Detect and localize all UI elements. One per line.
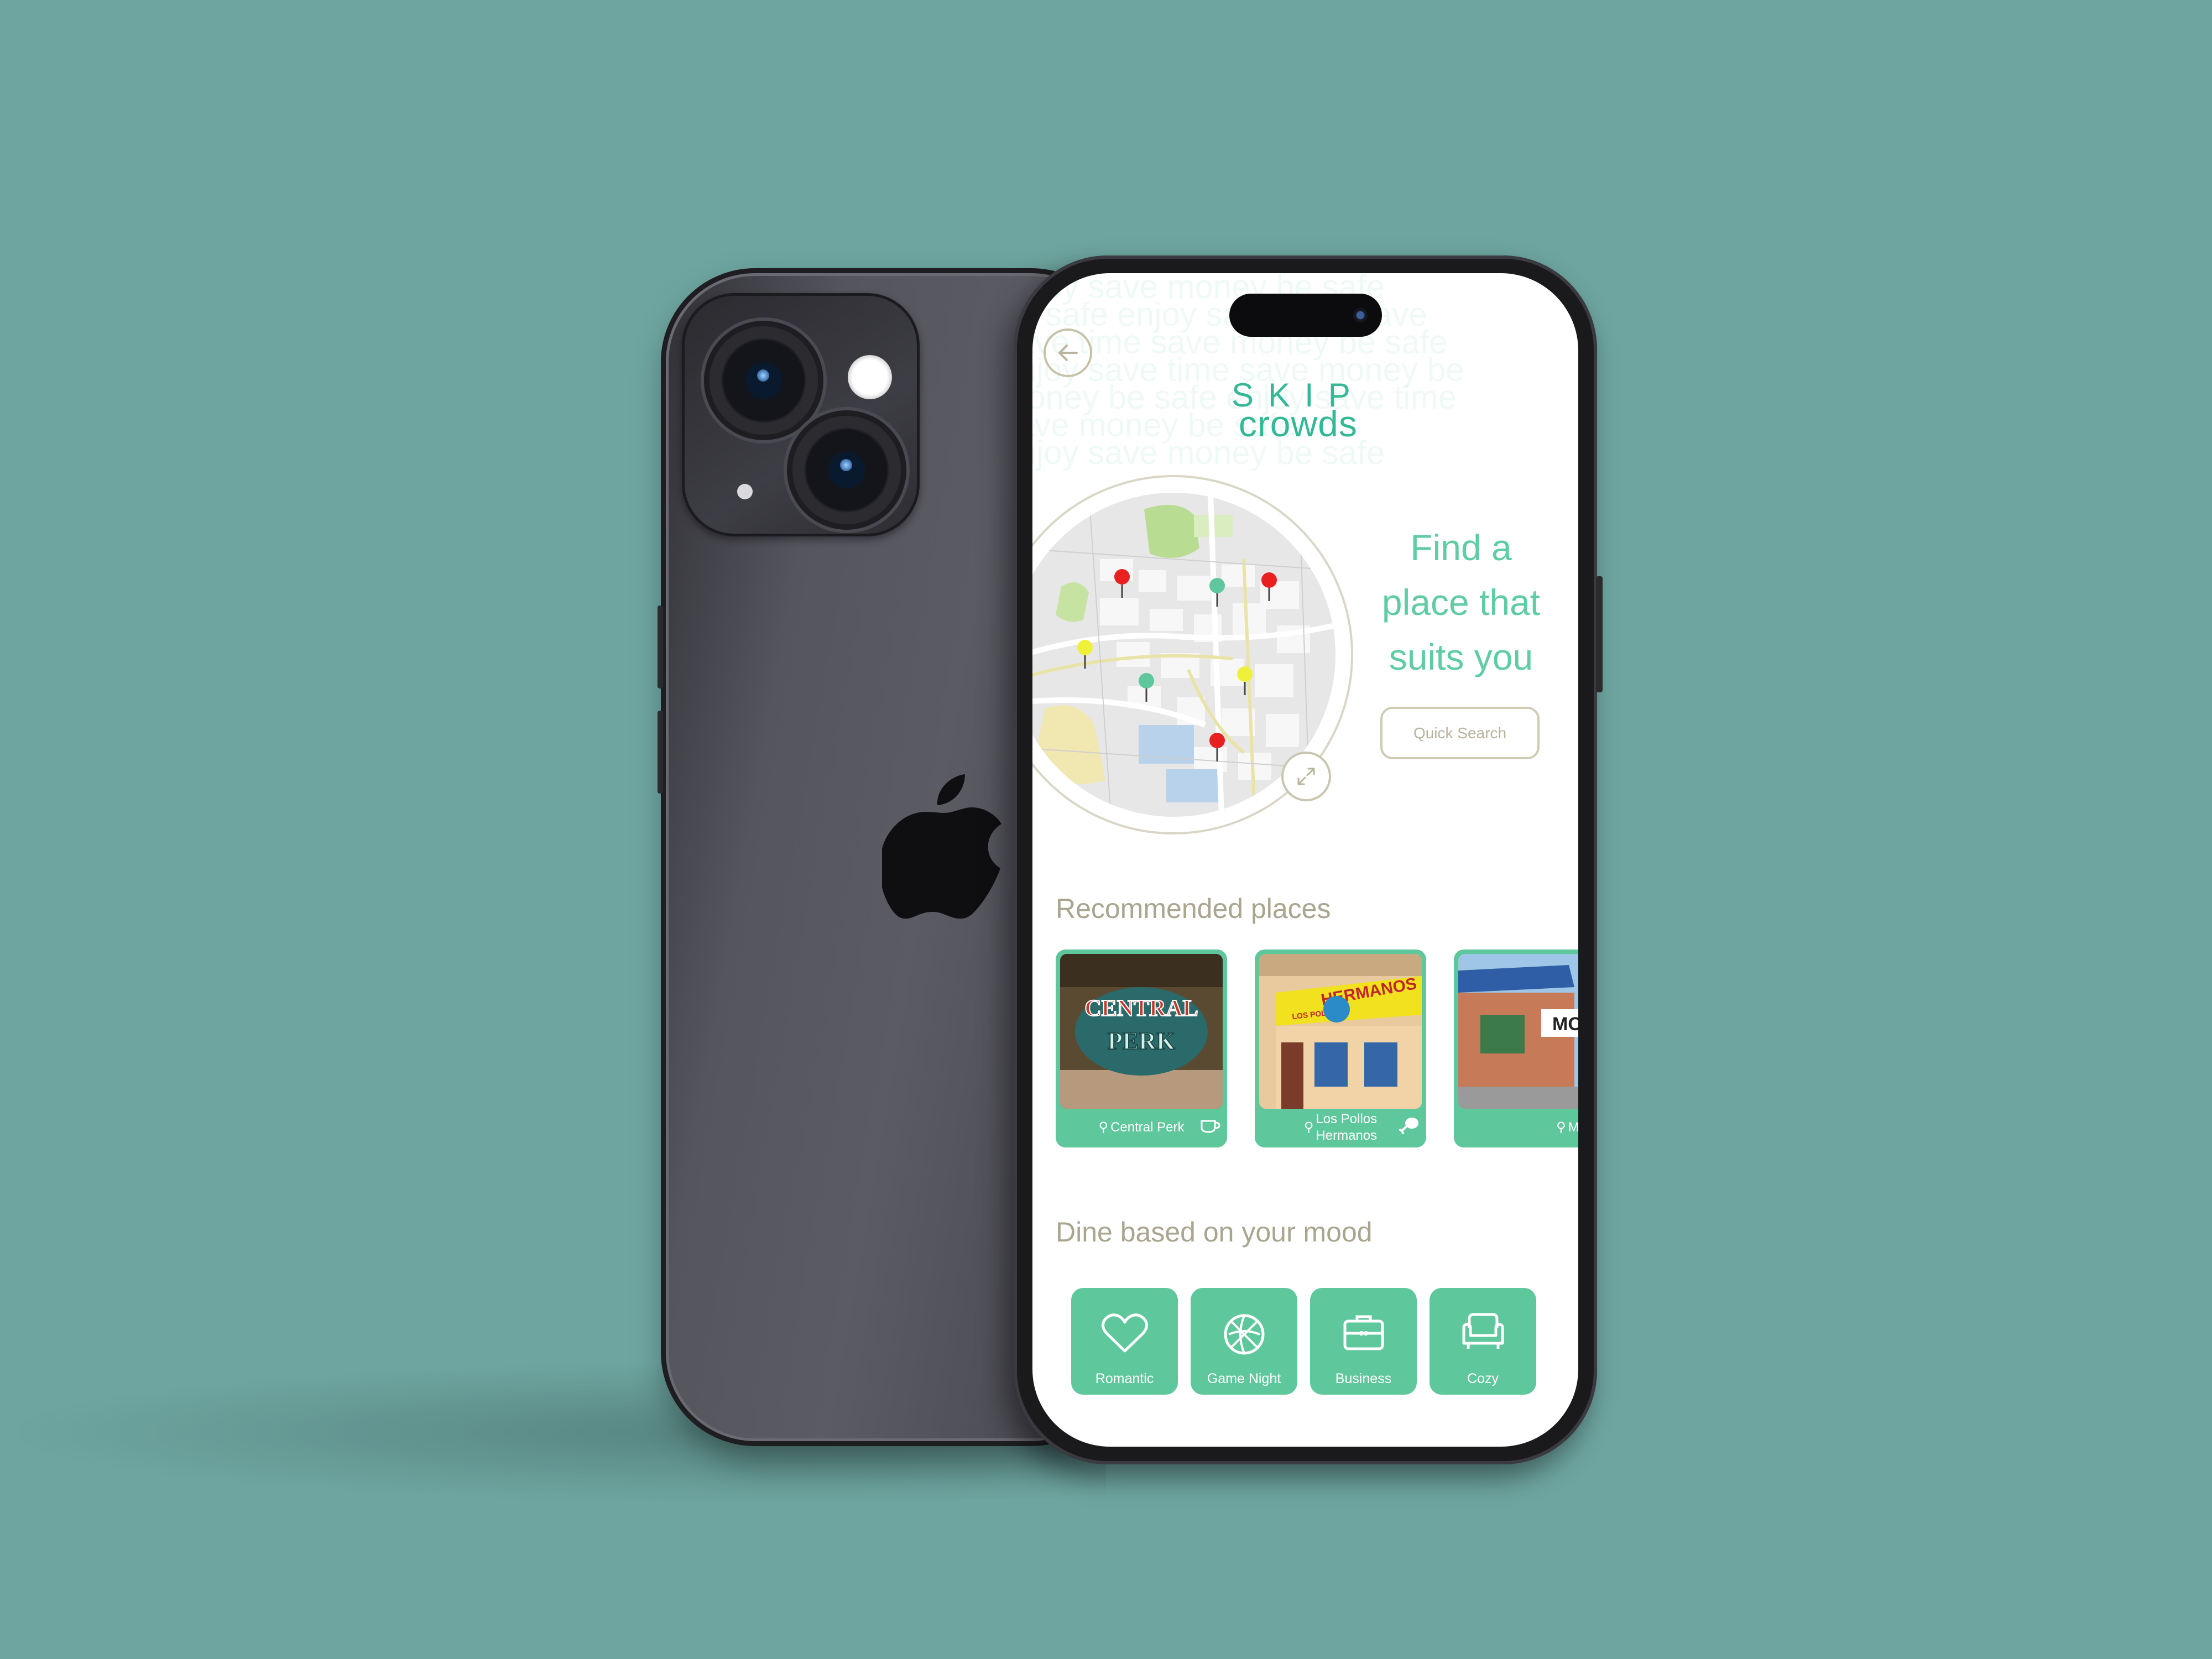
place-photo: HERMANOS LOS POLLOS [1259, 954, 1422, 1109]
tagline-line: place that [1381, 582, 1541, 623]
sign-text: PERK [1108, 1027, 1175, 1055]
recommended-places-title: Recommended places [1056, 893, 1331, 924]
power-button [1596, 576, 1603, 692]
location-pin-icon: ⚲ [1098, 1120, 1109, 1135]
app-screen: enjoy save money be safe be safe enjoy s… [1032, 273, 1578, 1447]
mood-label: Game Night [1207, 1371, 1281, 1386]
place-photo: MO [1458, 954, 1578, 1109]
mood-game-night-button[interactable]: Game Night [1191, 1288, 1297, 1395]
place-photo: CENTRAL PERK [1060, 954, 1223, 1109]
tagline-line: Find a [1410, 527, 1512, 568]
location-pin-icon: ⚲ [1556, 1120, 1566, 1135]
place-card-moes[interactable]: MO ⚲ Moe's [1454, 950, 1578, 1147]
mood-cozy-button[interactable]: Cozy [1430, 1288, 1536, 1395]
dynamic-island [1229, 294, 1382, 337]
coffee-cup-icon [1201, 1120, 1220, 1133]
place-name: Los Pollos Hermanos [1316, 1111, 1377, 1144]
pin-moderate-icon [1077, 640, 1093, 669]
expand-map-button[interactable] [1281, 752, 1331, 801]
pin-busy-icon [1114, 569, 1130, 598]
camera-lens-icon [792, 416, 901, 524]
flash-icon [848, 355, 892, 399]
mood-label: Romantic [1095, 1371, 1154, 1386]
camera-module [682, 293, 920, 536]
skip-crowds-logo: SKIP crowds [1232, 379, 1365, 444]
place-card-central-perk[interactable]: CENTRAL PERK ⚲ Central Perk [1056, 950, 1227, 1147]
mood-label: Cozy [1467, 1371, 1499, 1386]
mood-romantic-button[interactable]: Romantic [1071, 1288, 1178, 1395]
mood-business-button[interactable]: Business [1310, 1288, 1417, 1395]
sign-text: MO [1552, 1014, 1578, 1035]
pin-busy-icon [1261, 572, 1277, 601]
pin-quiet-icon [1139, 673, 1154, 702]
mood-section-title: Dine based on your mood [1056, 1217, 1373, 1248]
arrow-left-icon [1058, 345, 1078, 361]
quick-search-button[interactable]: Quick Search [1380, 707, 1540, 759]
tagline-line: suits you [1389, 637, 1533, 677]
heart-icon [1101, 1313, 1148, 1353]
back-volume-button-2 [658, 711, 663, 794]
location-pin-icon: ⚲ [1303, 1120, 1314, 1135]
back-volume-button [658, 606, 663, 688]
briefcase-icon [1343, 1315, 1384, 1350]
microphone-icon [737, 484, 753, 499]
place-name-line: Hermanos [1316, 1128, 1378, 1143]
los-pollos-hermanos-storefront-image: HERMANOS LOS POLLOS [1259, 954, 1422, 1109]
phone-front-device: enjoy save money be safe be safe enjoy s… [1014, 255, 1603, 1464]
central-perk-sign-image: CENTRAL PERK [1060, 954, 1223, 1109]
place-name: Central Perk [1110, 1120, 1185, 1135]
camera-lens-icon [709, 326, 818, 435]
place-name: Moe's [1568, 1120, 1578, 1135]
hero-tagline: Find a place that suits you [1356, 520, 1566, 685]
logo-bottom-text: crowds [1238, 403, 1358, 444]
recommended-places-list: CENTRAL PERK ⚲ Central Perk HERMANOS LOS… [1056, 950, 1578, 1149]
pin-moderate-icon [1237, 666, 1253, 695]
basketball-icon [1224, 1314, 1264, 1355]
pin-quiet-icon [1209, 578, 1225, 607]
place-name-line: Los Pollos [1316, 1112, 1378, 1126]
place-card-label: ⚲ Moe's [1454, 1111, 1578, 1144]
back-button[interactable] [1044, 328, 1092, 377]
pin-busy-icon [1209, 733, 1225, 761]
moes-tavern-image: MO [1458, 954, 1578, 1109]
armchair-icon [1462, 1313, 1504, 1349]
sign-text: CENTRAL [1084, 996, 1198, 1021]
expand-arrows-icon [1297, 768, 1315, 785]
mood-label: Business [1335, 1371, 1392, 1386]
apple-logo-icon [882, 774, 1001, 919]
place-card-los-pollos-hermanos[interactable]: HERMANOS LOS POLLOS ⚲ Los Pollos Hermano… [1255, 950, 1426, 1147]
chicken-leg-icon [1399, 1118, 1418, 1134]
